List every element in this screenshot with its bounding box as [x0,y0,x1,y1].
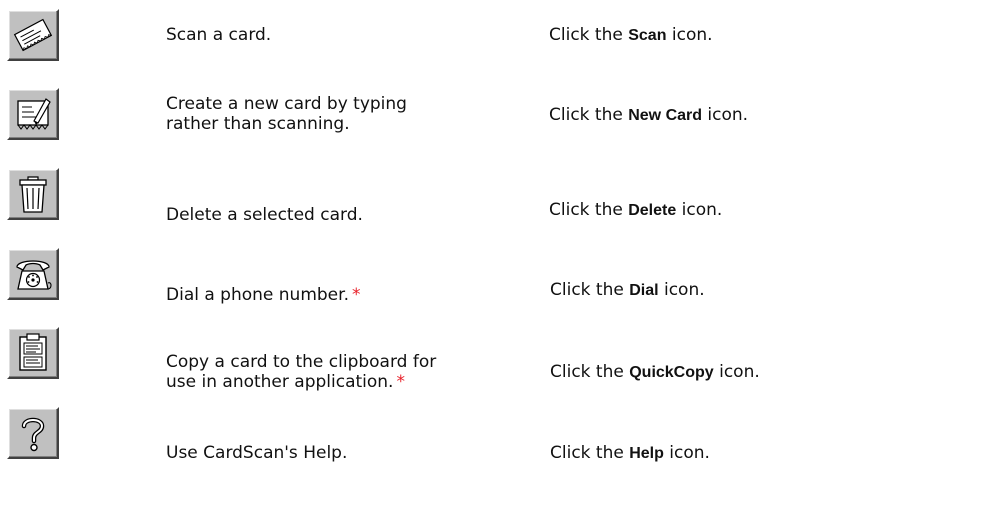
action-prefix: Click the [550,280,624,300]
action-text: Click the New Card icon. [549,105,969,126]
action-suffix: icon. [681,200,723,220]
task-line: Dial a phone number. * [166,285,526,305]
task-line: Scan a card. [166,25,272,45]
action-suffix: icon. [669,443,710,463]
action-icon-name: New Card [628,107,703,124]
quickcopy-button[interactable] [7,327,59,379]
new-card-icon [17,98,51,130]
action-suffix: icon. [719,362,760,382]
action-suffix: icon. [671,25,713,45]
task-line: Create a new card by typing [166,94,407,114]
task-line-text: Dial a phone number. [166,285,349,305]
action-icon-name: Help [629,445,664,462]
task-line: use in another application. * [166,372,526,392]
action-prefix: Click the [550,443,624,463]
task-line-text: use in another application. [166,372,394,392]
action-text: Click the Dial icon. [550,280,970,301]
trash-icon [19,176,47,213]
action-suffix: icon. [707,105,749,125]
delete-button[interactable] [7,168,59,220]
scan-card-icon [13,18,53,52]
task-text: Create a new card by typing rather than … [166,94,526,134]
task-text: Copy a card to the clipboard for use in … [166,352,526,392]
action-icon-name: Delete [628,202,677,219]
scan-button[interactable] [7,9,59,61]
action-text: Click the QuickCopy icon. [550,362,970,383]
action-suffix: icon. [663,280,705,300]
action-prefix: Click the [550,362,624,382]
action-prefix: Click the [549,105,623,125]
task-line: Delete a selected card. [166,205,363,225]
task-line: rather than scanning. [166,114,350,134]
action-icon-name: Dial [629,282,659,299]
help-icon [21,417,45,452]
asterisk-note: * [351,285,361,305]
action-text: Click the Delete icon. [549,200,969,221]
action-prefix: Click the [549,25,623,45]
dial-button[interactable] [7,248,59,300]
action-icon-name: QuickCopy [629,364,714,381]
task-line: Use CardScan's Help. [166,443,348,463]
action-prefix: Click the [549,200,623,220]
phone-icon [16,260,52,290]
quickcopy-icon [19,333,47,371]
action-text: Click the Scan icon. [549,25,969,46]
new-card-button[interactable] [7,88,59,140]
task-text: Use CardScan's Help. [166,443,526,463]
task-text: Dial a phone number. * [166,285,526,305]
help-button[interactable] [7,407,59,459]
task-text: Delete a selected card. [166,205,526,225]
task-line: Copy a card to the clipboard for [166,352,437,372]
action-text: Click the Help icon. [550,443,970,464]
asterisk-note: * [396,372,405,392]
action-icon-name: Scan [628,27,667,44]
task-text: Scan a card. [166,25,526,45]
